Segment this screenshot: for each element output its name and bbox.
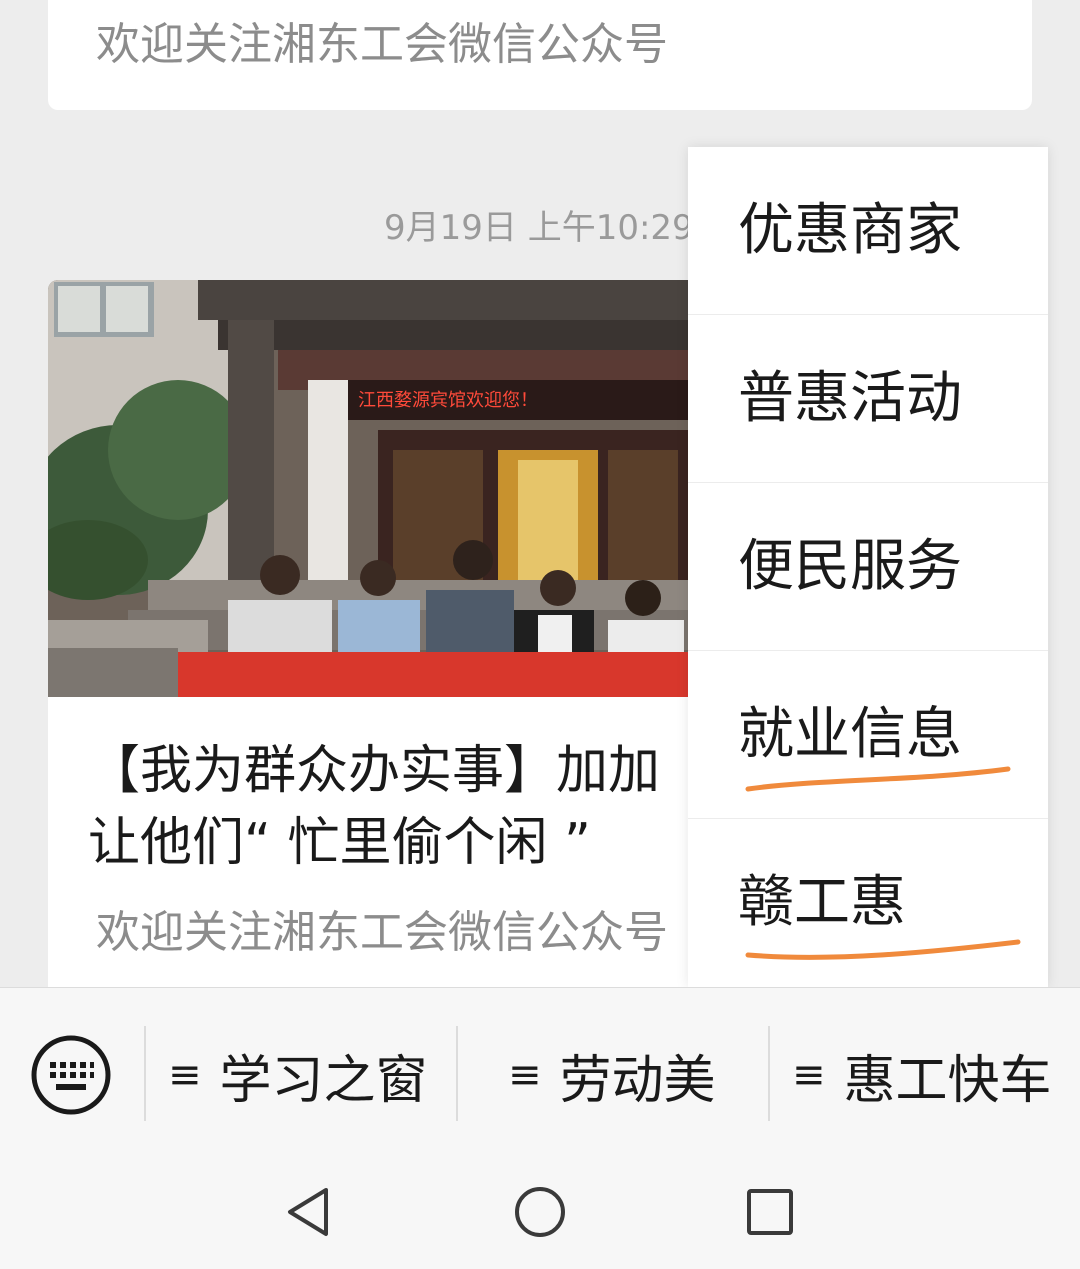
submenu-item-label: 便民服务 [738, 534, 962, 599]
menu-tab-label: 劳动美 [559, 1050, 716, 1111]
recents-icon [747, 1189, 793, 1235]
submenu-item-label: 优惠商家 [738, 198, 962, 263]
cover-led-banner: 江西婺源宾馆欢迎您！ [358, 390, 538, 411]
submenu-item-services[interactable]: 便民服务 [688, 483, 1048, 651]
system-navigation-bar [0, 1152, 1080, 1269]
menu-tab-label: 学习之窗 [219, 1050, 428, 1111]
official-account-menu-bar: ≡ 学习之窗 ≡ 劳动美 ≡ 惠工快车 [0, 987, 1080, 1153]
menu-icon: ≡ [168, 1052, 202, 1098]
highlight-underline [745, 939, 1021, 960]
menu-tab-benefit-express[interactable]: ≡ 惠工快车 [792, 1040, 1052, 1111]
submenu-item-gan-gong-hui[interactable]: 赣工惠 [688, 819, 1048, 987]
submenu-popup: 优惠商家 普惠活动 便民服务 就业信息 赣工惠 [688, 147, 1048, 987]
previous-article-source: 欢迎关注湘东工会微信公众号 [96, 19, 668, 70]
menu-tab-study[interactable]: ≡ 学习之窗 [168, 1040, 428, 1111]
recents-button[interactable] [740, 1182, 800, 1242]
highlight-underline [745, 766, 1011, 792]
menu-divider [456, 1026, 458, 1121]
menu-icon: ≡ [792, 1052, 826, 1098]
back-button[interactable] [280, 1182, 340, 1242]
home-icon [515, 1187, 565, 1237]
back-icon [288, 1188, 328, 1236]
menu-tab-label: 惠工快车 [843, 1050, 1052, 1111]
menu-divider [768, 1026, 770, 1121]
submenu-item-activities[interactable]: 普惠活动 [688, 315, 1048, 483]
submenu-item-label: 普惠活动 [738, 366, 962, 431]
submenu-item-jobs[interactable]: 就业信息 [688, 651, 1048, 819]
keyboard-icon [31, 1035, 111, 1115]
menu-divider [144, 1026, 146, 1121]
menu-icon: ≡ [508, 1052, 542, 1098]
previous-article-card[interactable]: 欢迎关注湘东工会微信公众号 [48, 0, 1032, 110]
home-button[interactable] [510, 1182, 570, 1242]
article-source: 欢迎关注湘东工会微信公众号 [96, 907, 668, 958]
message-timestamp: 9月19日 上午10:29 [384, 208, 694, 248]
menu-tab-labor-beauty[interactable]: ≡ 劳动美 [508, 1040, 716, 1111]
keyboard-toggle-button[interactable] [30, 1034, 112, 1116]
submenu-item-merchants[interactable]: 优惠商家 [688, 147, 1048, 315]
